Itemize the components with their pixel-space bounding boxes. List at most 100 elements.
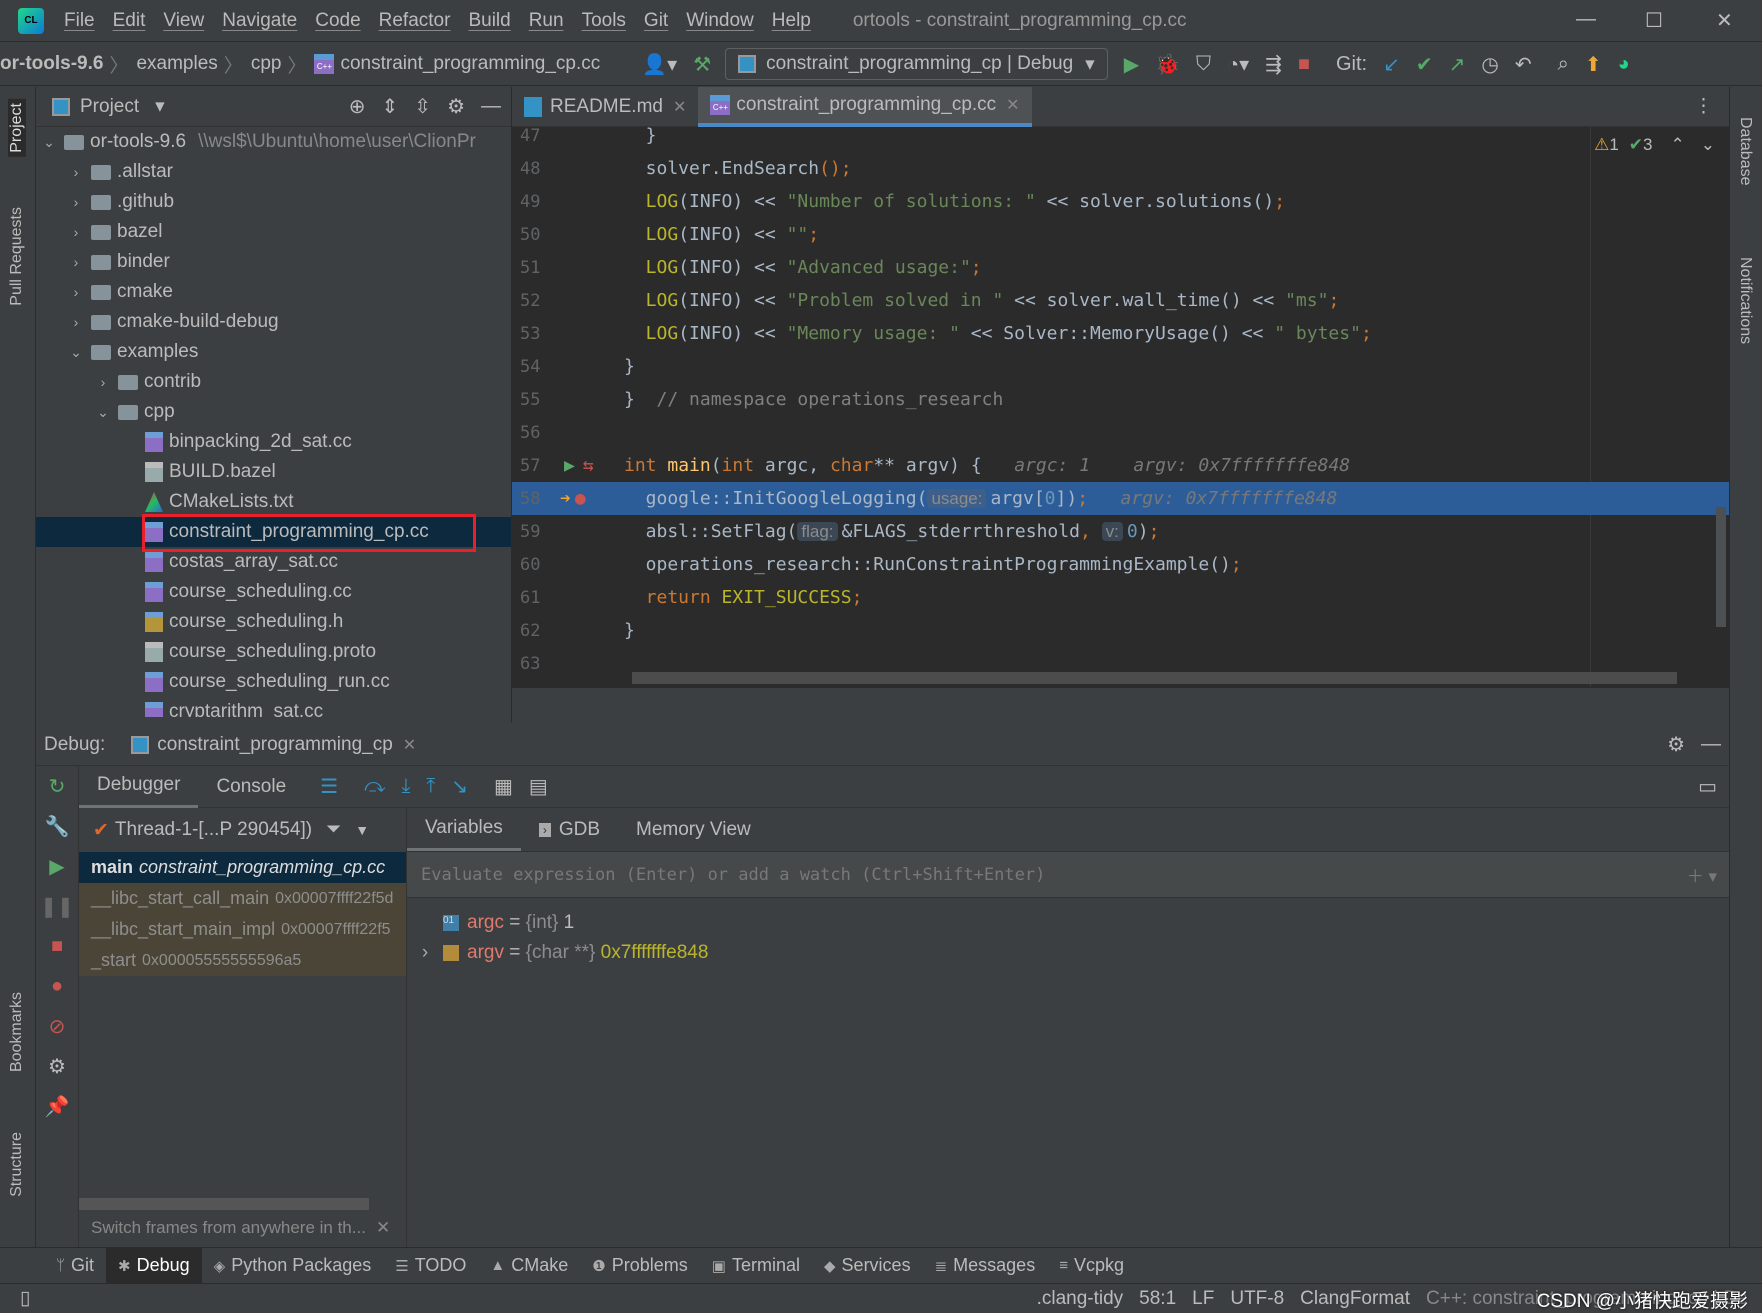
menu-view[interactable]: View — [163, 10, 204, 32]
stack-frame[interactable]: __libc_start_main_impl 0x00007ffff22f5 — [79, 914, 406, 945]
attach-icon[interactable]: ⇶ — [1265, 52, 1282, 77]
step-out-icon[interactable]: ⤒ — [426, 775, 435, 798]
debug-icon[interactable]: 🐞 — [1155, 52, 1180, 77]
menu-tools[interactable]: Tools — [582, 10, 626, 32]
tool-button-terminal[interactable]: ▣ Terminal — [700, 1248, 812, 1284]
close-tab-icon[interactable]: ✕ — [1006, 95, 1019, 115]
pause-icon[interactable]: ❚❚ — [36, 886, 78, 926]
add-watch-icon[interactable]: ＋ ▾ — [1687, 862, 1717, 887]
chevron-down-icon[interactable]: ⌄ — [67, 344, 85, 361]
git-update-icon[interactable]: ↙ — [1383, 52, 1400, 77]
git-commit-icon[interactable]: ✔ — [1416, 52, 1433, 77]
tree-item[interactable]: course_scheduling.cc — [36, 577, 511, 607]
tree-item[interactable]: › bazel — [36, 217, 511, 247]
evaluate-expression-input[interactable]: Evaluate expression (Enter) or add a wat… — [407, 852, 1729, 898]
stop-icon[interactable]: ■ — [36, 926, 78, 966]
tree-item[interactable]: ⌄ examples — [36, 337, 511, 367]
tree-item[interactable]: ⌄ cpp — [36, 397, 511, 427]
status-line-ending[interactable]: LF — [1192, 1288, 1214, 1310]
tool-button-git[interactable]: ᛘ Git — [44, 1248, 106, 1284]
chevron-right-icon[interactable]: › — [67, 254, 85, 270]
tool-button-services[interactable]: ◆ Services — [812, 1248, 923, 1284]
menu-build[interactable]: Build — [468, 10, 510, 32]
gear-icon[interactable]: ⚙ — [447, 94, 465, 119]
tool-button-cmake[interactable]: ▲ CMake — [478, 1248, 580, 1284]
gear-icon[interactable]: ⚙ — [1667, 732, 1685, 757]
tool-button-messages[interactable]: ≣ Messages — [923, 1248, 1048, 1284]
tree-item[interactable]: cryptarithm_sat.cc — [36, 697, 511, 717]
code-line[interactable]: 51 LOG(INFO) << "Advanced usage:"; — [512, 251, 1729, 284]
gutter[interactable]: ▶ ⇆ — [556, 455, 624, 476]
tool-button-todo[interactable]: ☰ TODO — [383, 1248, 478, 1284]
view-breakpoints-icon[interactable]: ● — [36, 966, 78, 1006]
close-button[interactable]: ✕ — [1716, 8, 1733, 33]
more-icon[interactable]: ⋮ — [1694, 95, 1713, 118]
rollback-icon[interactable]: ↶ — [1515, 52, 1532, 77]
tab-gdb[interactable]: › GDB — [521, 809, 618, 851]
debug-session-tab[interactable]: constraint_programming_cp — [157, 734, 393, 756]
vertical-scrollbar[interactable] — [1716, 507, 1726, 627]
code-line[interactable]: 61 return EXIT_SUCCESS; — [512, 581, 1729, 614]
run-gutter-icon[interactable]: ▶ — [564, 455, 575, 476]
build-hammer-icon[interactable]: ⚒ — [693, 52, 711, 77]
tool-button-problems[interactable]: ❶ Problems — [580, 1248, 699, 1284]
tab-variables[interactable]: Variables — [407, 809, 521, 851]
search-icon[interactable]: ⌕ — [1558, 53, 1569, 76]
code-line[interactable]: 47 } — [512, 119, 1729, 152]
git-push-icon[interactable]: ↗ — [1449, 52, 1466, 77]
stripe-pull-requests[interactable]: Pull Requests — [8, 207, 26, 306]
status-clang-tidy[interactable]: .clang-tidy — [1037, 1288, 1124, 1310]
breadcrumb-examples[interactable]: examples — [136, 53, 217, 75]
chevron-right-icon[interactable]: › — [407, 942, 443, 964]
menu-edit[interactable]: Edit — [113, 10, 146, 32]
tool-button-debug[interactable]: ✱ Debug — [106, 1247, 202, 1284]
chevron-right-icon[interactable]: › — [94, 374, 112, 390]
stack-frame[interactable]: __libc_start_call_main 0x00007ffff22f5d — [79, 883, 406, 914]
wrench-icon[interactable]: 🔧 — [36, 806, 78, 846]
hide-icon[interactable]: — — [1701, 733, 1721, 756]
menu-refactor[interactable]: Refactor — [379, 10, 451, 32]
tree-root[interactable]: ⌄ or-tools-9.6 \\wsl$\Ubuntu\home\user\Cli… — [36, 127, 511, 157]
tree-item[interactable]: BUILD.bazel — [36, 457, 511, 487]
tree-item[interactable]: course_scheduling.h — [36, 607, 511, 637]
tree-item[interactable]: CMakeLists.txt — [36, 487, 511, 517]
tree-item[interactable]: › cmake-build-debug — [36, 307, 511, 337]
run-config-select[interactable]: constraint_programming_cp | Debug ▾ — [725, 48, 1108, 80]
tree-item[interactable]: › .allstar — [36, 157, 511, 187]
code-line[interactable]: 48 solver.EndSearch(); — [512, 152, 1729, 185]
menu-help[interactable]: Help — [772, 10, 811, 32]
close-hint-icon[interactable]: ✕ — [376, 1218, 390, 1238]
layout-icon[interactable]: ▤ — [529, 774, 548, 799]
run-icon[interactable]: ▶ — [1124, 52, 1139, 77]
breadcrumb-cpp[interactable]: cpp — [251, 53, 282, 75]
resume-icon[interactable]: ▶ — [36, 846, 78, 886]
update-icon[interactable]: ⬆ — [1585, 52, 1602, 77]
code-line[interactable]: 57 ▶ ⇆ int main(int argc, char** argv) { ar… — [512, 449, 1729, 482]
restore-layout-icon[interactable]: ▭ — [1698, 774, 1717, 799]
maximize-button[interactable]: ☐ — [1645, 8, 1663, 33]
jetbrains-icon[interactable]: ◕ — [1618, 53, 1630, 76]
collapse-all-icon[interactable]: ⇳ — [414, 94, 431, 119]
stripe-database[interactable]: Database — [1736, 117, 1754, 186]
code-line[interactable]: 53 LOG(INFO) << "Memory usage: " << Solv… — [512, 317, 1729, 350]
close-tab-icon[interactable]: ✕ — [673, 97, 686, 117]
frames-scrollbar[interactable] — [79, 1198, 369, 1210]
breadcrumb-file[interactable]: constraint_programming_cp.cc — [340, 53, 600, 75]
coverage-icon[interactable]: ⛉ — [1196, 53, 1211, 76]
code-line[interactable]: 50 LOG(INFO) << ""; — [512, 218, 1729, 251]
step-over-icon[interactable]: ⤼ — [364, 775, 385, 798]
tree-item[interactable]: course_scheduling_run.cc — [36, 667, 511, 697]
stack-frame[interactable]: main constraint_programming_cp.cc — [79, 852, 406, 883]
breadcrumb-root[interactable]: or-tools-9.6 — [0, 53, 103, 75]
horizontal-scrollbar[interactable] — [632, 672, 1677, 684]
thread-select[interactable]: ✔ Thread-1-[...P 290454]) ⏷ ▼ — [79, 808, 406, 852]
menu-file[interactable]: File — [64, 10, 95, 32]
project-title[interactable]: Project — [80, 96, 139, 118]
tree-item[interactable]: › .github — [36, 187, 511, 217]
tab-debugger[interactable]: Debugger — [79, 766, 199, 808]
close-session-icon[interactable]: ✕ — [403, 735, 416, 755]
tab-memory-view[interactable]: Memory View — [618, 809, 769, 851]
run-to-cursor-icon[interactable]: ↘ — [451, 774, 468, 799]
gutter[interactable]: ➔ ● — [556, 488, 624, 509]
tree-item[interactable]: › contrib — [36, 367, 511, 397]
